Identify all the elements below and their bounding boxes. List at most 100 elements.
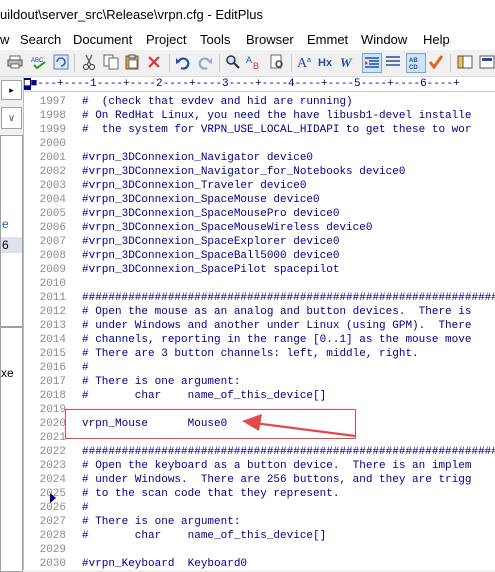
toolbar-separator	[291, 54, 292, 72]
line-number: 2012	[39, 306, 66, 318]
code-line[interactable]: #vrpn_3DConnexion_Navigator_for_Notebook…	[82, 165, 405, 179]
menu-emmet[interactable]: Emmet	[307, 32, 348, 47]
cut-icon[interactable]	[80, 53, 98, 71]
folder-label: 6	[2, 238, 9, 252]
menu-browser[interactable]: Browser	[246, 32, 294, 47]
svg-text:Hx: Hx	[318, 57, 333, 69]
refresh-icon[interactable]	[52, 53, 70, 71]
code-line[interactable]: # char name_of_this_device[]	[82, 529, 326, 543]
code-line[interactable]: # the system for VRPN_USE_LOCAL_HIDAPI t…	[82, 123, 471, 137]
code-line[interactable]: #	[82, 501, 89, 515]
undo-icon[interactable]	[174, 53, 192, 71]
menu-project[interactable]: Project	[146, 32, 186, 47]
line-number: 2022	[39, 446, 66, 458]
line-number: 2002	[39, 166, 66, 178]
menu-tools[interactable]: Tools	[200, 32, 230, 47]
annotation-highlight-box	[65, 409, 356, 439]
line-number: 2027	[39, 516, 66, 528]
line-number: 2018	[39, 390, 66, 402]
line-number: 2020	[39, 418, 66, 430]
code-line[interactable]: # Open the mouse as an analog and button…	[82, 305, 471, 319]
line-number: 2026	[39, 502, 66, 514]
code-line[interactable]: # There are 3 button channels: left, mid…	[82, 347, 419, 361]
line-number: 2030	[39, 558, 66, 570]
line-number: 2009	[39, 264, 66, 276]
code-line[interactable]: # (check that evdev and hid are running)	[82, 95, 353, 109]
toolbar-separator	[219, 54, 220, 72]
svg-text:a: a	[307, 57, 311, 64]
tab-indent-icon[interactable]	[362, 53, 382, 73]
code-text-area[interactable]: # (check that evdev and hid are running)…	[68, 92, 495, 570]
selected-folder-item[interactable]: 6	[1, 237, 22, 253]
hex-icon[interactable]: Hx	[318, 53, 336, 71]
svg-text:B: B	[253, 61, 259, 70]
line-number: 2011	[39, 292, 66, 304]
code-line[interactable]: #vrpn_3DConnexion_SpaceBall5000 device0	[82, 249, 339, 263]
window-titlebar: uildout\server_src\Release\vrpn.cfg - Ed…	[0, 0, 495, 30]
line-number: 2019	[39, 404, 66, 416]
toolbar-separator	[169, 54, 170, 72]
code-line[interactable]: #vrpn_3DConnexion_SpaceMouse device0	[82, 193, 320, 207]
ruler-scale: ■---+----1----+----2----+----3----+----4…	[30, 78, 460, 90]
file-item[interactable]: xe	[1, 366, 14, 380]
paste-icon[interactable]	[123, 53, 141, 71]
drive-dropdown[interactable]: ∨	[1, 107, 22, 129]
line-number-gutter: 1997 1998 1999 2000 2001 2002 2003 2004 2005 2006…	[24, 92, 68, 570]
word-wrap-icon[interactable]: W	[340, 53, 358, 71]
code-line[interactable]: #vrpn_3DConnexion_SpaceExplorer device0	[82, 235, 339, 249]
code-line[interactable]: # On RedHat Linux, you need the have lib…	[82, 109, 471, 123]
editor-pane[interactable]: ■■---+----1----+----2----+----3----+----…	[23, 77, 495, 570]
line-number: 2013	[39, 320, 66, 332]
code-line[interactable]: # There is one argument:	[82, 515, 240, 529]
spellcheck-icon[interactable]: ABC	[30, 53, 48, 71]
replace-in-files-icon[interactable]	[268, 53, 286, 71]
code-line[interactable]: # channels, reporting in the range [0..1…	[82, 333, 471, 347]
current-line-marker	[50, 493, 56, 503]
folder-tree[interactable]: e 6	[0, 135, 23, 327]
code-line[interactable]: ########################################…	[82, 291, 495, 305]
line-number: 2014	[39, 334, 66, 346]
replace-icon[interactable]: AB	[246, 53, 264, 71]
column-select-icon[interactable]: AB CD	[406, 53, 426, 73]
delete-icon[interactable]	[145, 53, 163, 71]
ruler: ■■---+----1----+----2----+----3----+----…	[24, 77, 495, 92]
code-line[interactable]: #	[82, 361, 89, 375]
line-number: 2004	[39, 194, 66, 206]
code-line[interactable]: # Open the keyboard as a button device. …	[82, 459, 471, 473]
menu-document[interactable]: Document	[73, 32, 132, 47]
print-icon[interactable]	[6, 53, 24, 71]
code-line[interactable]: # to the scan code that they represent.	[82, 487, 339, 501]
menu-window[interactable]: Window	[361, 32, 407, 47]
menu-view[interactable]: w	[0, 32, 9, 47]
chevron-right-icon: ▸	[9, 84, 14, 95]
spell-check-mark-icon[interactable]	[427, 53, 445, 71]
toolbar: ABC AB Aa Hx W AB CD	[0, 50, 495, 77]
font-icon[interactable]: Aa	[296, 53, 314, 71]
copy-icon[interactable]	[102, 53, 120, 71]
menu-search[interactable]: Search	[20, 32, 61, 47]
find-icon[interactable]	[224, 53, 242, 71]
panel-expand-button[interactable]: ▸	[1, 80, 22, 100]
code-line[interactable]: # under Windows and another under Linux …	[82, 319, 471, 333]
menu-help[interactable]: Help	[423, 32, 450, 47]
line-number: 1999	[39, 124, 66, 136]
code-line[interactable]: #vrpn_3DConnexion_SpaceMousePro device0	[82, 207, 339, 221]
line-number: 2003	[39, 180, 66, 192]
line-number: 2000	[39, 138, 66, 150]
code-line[interactable]: #vrpn_3DConnexion_Traveler device0	[82, 179, 306, 193]
folder-item[interactable]: e	[2, 217, 9, 231]
toggle-pane-icon[interactable]	[456, 53, 474, 71]
code-line[interactable]: #vrpn_3DConnexion_SpaceMouseWireless dev…	[82, 221, 372, 235]
line-number: 2016	[39, 362, 66, 374]
code-line[interactable]: # char name_of_this_device[]	[82, 389, 326, 403]
file-list[interactable]: xe	[0, 327, 23, 572]
line-number-icon[interactable]	[384, 53, 402, 71]
code-line[interactable]: # There is one argument:	[82, 375, 240, 389]
code-line[interactable]: ########################################…	[82, 445, 495, 459]
code-line[interactable]: #vrpn_Keyboard Keyboard0	[82, 557, 247, 570]
screen-icon[interactable]	[478, 53, 495, 71]
code-line[interactable]: # under Windows. There are 256 buttons, …	[82, 473, 471, 487]
code-line[interactable]: #vrpn_3DConnexion_Navigator device0	[82, 151, 313, 165]
redo-icon[interactable]	[196, 53, 214, 71]
code-line[interactable]: #vrpn_3DConnexion_SpacePilot spacepilot	[82, 263, 339, 277]
